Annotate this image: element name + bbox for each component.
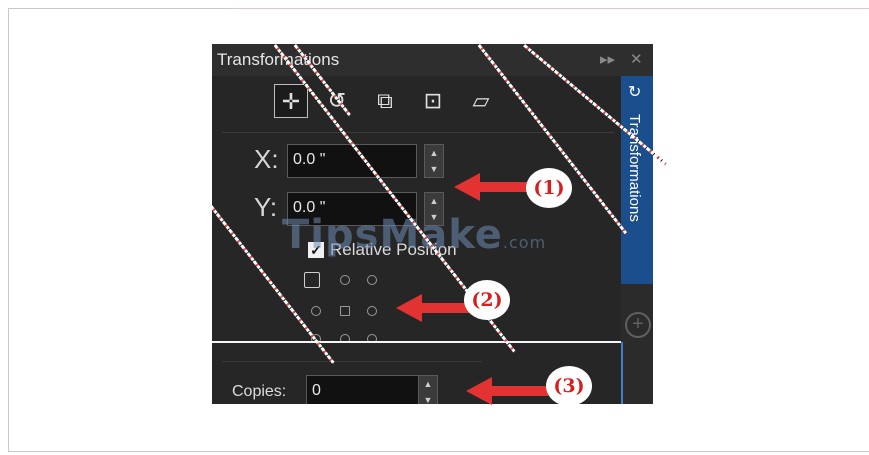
position-tool-icon[interactable]: ✛: [274, 84, 308, 118]
separator: [222, 132, 614, 133]
anchor-middle-right[interactable]: [367, 306, 377, 316]
frame-top-line: [230, 8, 869, 9]
callout-badge: (1): [528, 170, 570, 206]
watermark: TipsMake.com: [282, 212, 546, 258]
docker-title: Transformations: [217, 50, 340, 69]
arrow-left-icon: [466, 377, 492, 405]
rail-accent: [621, 342, 623, 404]
arrow-shaft: [420, 303, 470, 313]
side-rail: +: [621, 284, 653, 404]
arrow-shaft: [490, 386, 548, 396]
anchor-top-left[interactable]: [304, 272, 320, 288]
rotate-add-icon: ↻: [628, 84, 642, 101]
spin-down-icon[interactable]: ▼: [425, 161, 443, 177]
copies-field[interactable]: 0: [306, 375, 436, 404]
transformations-side-tab[interactable]: ↻ Transformations: [621, 76, 653, 284]
callout-badge: (2): [466, 282, 508, 318]
x-spinner[interactable]: ▲ ▼: [424, 144, 444, 178]
add-docker-icon[interactable]: +: [625, 312, 651, 338]
arrow-left-icon: [396, 294, 422, 322]
copies-label: Copies:: [232, 383, 287, 400]
anchor-center[interactable]: [340, 306, 350, 316]
y-label: Y:: [254, 192, 278, 222]
callout-badge: (3): [548, 368, 590, 404]
separator: [222, 361, 482, 362]
copies-spinner[interactable]: ▲ ▼: [418, 375, 438, 404]
anchor-top-right[interactable]: [367, 275, 377, 285]
expand-icon[interactable]: ▸▸: [600, 50, 615, 68]
spin-up-icon[interactable]: ▲: [419, 376, 437, 392]
x-label: X:: [254, 144, 279, 174]
size-tool-icon[interactable]: ⊡: [416, 84, 450, 118]
spin-up-icon[interactable]: ▲: [425, 145, 443, 161]
watermark-suffix: .com: [502, 233, 547, 252]
arrow-shaft: [478, 182, 528, 192]
spin-down-icon[interactable]: ▼: [419, 392, 437, 404]
close-icon[interactable]: ✕: [630, 50, 643, 68]
watermark-text: TipsMake: [282, 212, 503, 258]
scale-tool-icon[interactable]: ⧉: [368, 84, 402, 118]
anchor-top-center[interactable]: [340, 275, 350, 285]
spin-up-icon[interactable]: ▲: [425, 193, 443, 209]
arrow-left-icon: [454, 173, 480, 201]
anchor-middle-left[interactable]: [311, 306, 321, 316]
x-field[interactable]: 0.0 ": [287, 144, 417, 178]
skew-tool-icon[interactable]: ▱: [464, 84, 498, 118]
